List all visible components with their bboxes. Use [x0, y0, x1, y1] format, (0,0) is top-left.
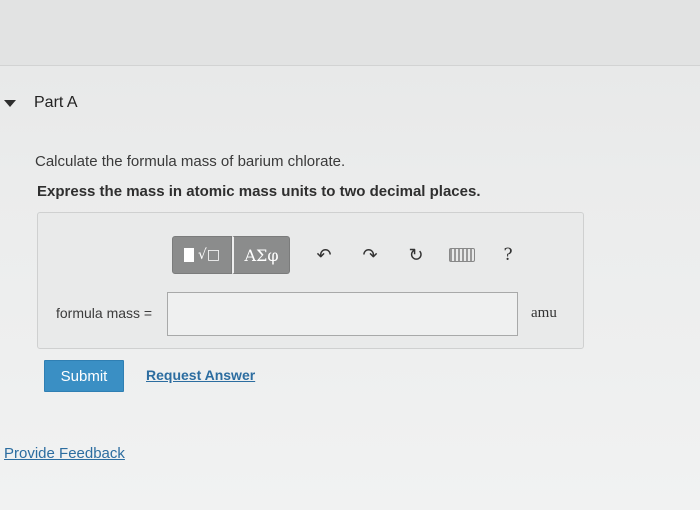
reset-icon[interactable]: ↻ — [402, 241, 430, 269]
part-header[interactable]: Part A — [4, 92, 78, 114]
templates-button[interactable]: √□ — [172, 236, 232, 274]
redo-icon[interactable]: ↷ — [356, 241, 384, 269]
question-instruction: Express the mass in atomic mass units to… — [37, 183, 481, 200]
keyboard-icon[interactable] — [448, 241, 476, 269]
math-toolbar: √□ ΑΣφ ↶ ↷ ↻ ? — [172, 236, 522, 274]
caret-down-icon[interactable] — [4, 99, 16, 107]
template-square-icon — [183, 248, 194, 262]
top-band — [0, 0, 700, 66]
undo-icon[interactable]: ↶ — [310, 241, 338, 269]
request-answer-link[interactable]: Request Answer — [146, 367, 255, 383]
greek-symbols-button[interactable]: ΑΣφ — [232, 236, 290, 274]
provide-feedback-link[interactable]: Provide Feedback — [4, 445, 125, 462]
formula-mass-input[interactable] — [167, 292, 518, 336]
question-text: Calculate the formula mass of barium chl… — [35, 153, 346, 170]
formula-mass-label: formula mass = — [56, 305, 153, 321]
part-title: Part A — [34, 94, 78, 111]
unit-label: amu — [531, 305, 557, 321]
help-icon[interactable]: ? — [494, 241, 522, 269]
submit-button[interactable]: Submit — [44, 360, 124, 392]
templates-label: √□ — [197, 247, 221, 263]
